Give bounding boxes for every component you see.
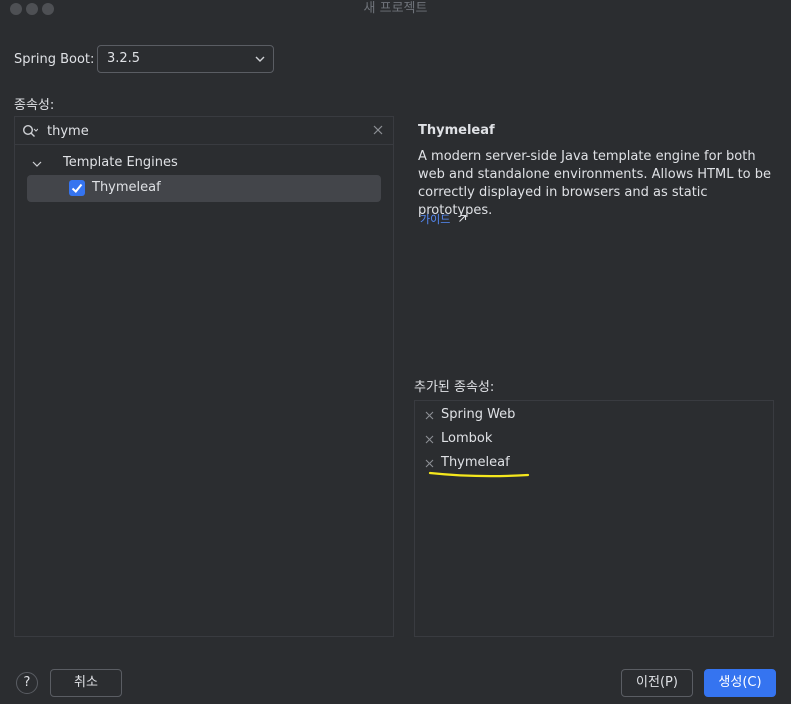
added-dependencies-panel: Spring Web Lombok Thymeleaf [414, 400, 774, 637]
dependency-tree-panel: Template Engines Thymeleaf [14, 116, 394, 637]
cancel-button[interactable]: 취소 [50, 669, 122, 697]
title-bar: 새 프로젝트 [0, 0, 791, 18]
guide-link[interactable]: 가이드 [420, 211, 467, 227]
remove-icon[interactable] [425, 459, 434, 468]
chevron-down-icon[interactable] [32, 160, 42, 168]
dependency-detail-description: A modern server-side Java template engin… [418, 149, 772, 218]
window-title: 새 프로젝트 [363, 1, 428, 16]
added-dependency-label: Thymeleaf [441, 455, 510, 470]
chevron-down-icon [255, 56, 265, 62]
tree-group-label: Template Engines [63, 155, 178, 170]
remove-icon[interactable] [425, 435, 434, 444]
guide-link-label: 가이드 [420, 213, 451, 226]
added-dependency-item: Lombok [423, 431, 623, 449]
dependency-search-bar [15, 117, 393, 145]
dependency-detail-title: Thymeleaf [418, 123, 495, 138]
added-dependency-item: Spring Web [423, 407, 623, 425]
external-link-icon [458, 214, 466, 222]
checkmark-icon [71, 183, 83, 193]
thymeleaf-checkbox[interactable] [69, 180, 85, 196]
added-dependencies-label: 추가된 종속성: [414, 380, 495, 395]
spring-boot-version-select[interactable]: 3.2.5 [97, 45, 274, 73]
tree-item-label: Thymeleaf [92, 180, 161, 195]
dependencies-label: 종속성: [14, 98, 55, 113]
previous-button[interactable]: 이전(P) [621, 669, 693, 697]
clear-search-icon[interactable] [373, 125, 383, 135]
help-button[interactable]: ? [16, 672, 38, 694]
tree-group-template-engines[interactable]: Template Engines [29, 154, 369, 174]
spring-boot-label: Spring Boot: [14, 52, 95, 67]
added-dependency-label: Spring Web [441, 407, 516, 422]
search-icon[interactable] [22, 124, 38, 138]
create-button[interactable]: 생성(C) [704, 669, 776, 697]
spring-boot-version-value: 3.2.5 [107, 51, 141, 66]
remove-icon[interactable] [425, 411, 434, 420]
tree-item-thymeleaf[interactable]: Thymeleaf [27, 175, 381, 202]
added-dependency-label: Lombok [441, 431, 493, 446]
dependency-search-input[interactable] [47, 120, 367, 142]
highlight-underline [428, 471, 530, 478]
